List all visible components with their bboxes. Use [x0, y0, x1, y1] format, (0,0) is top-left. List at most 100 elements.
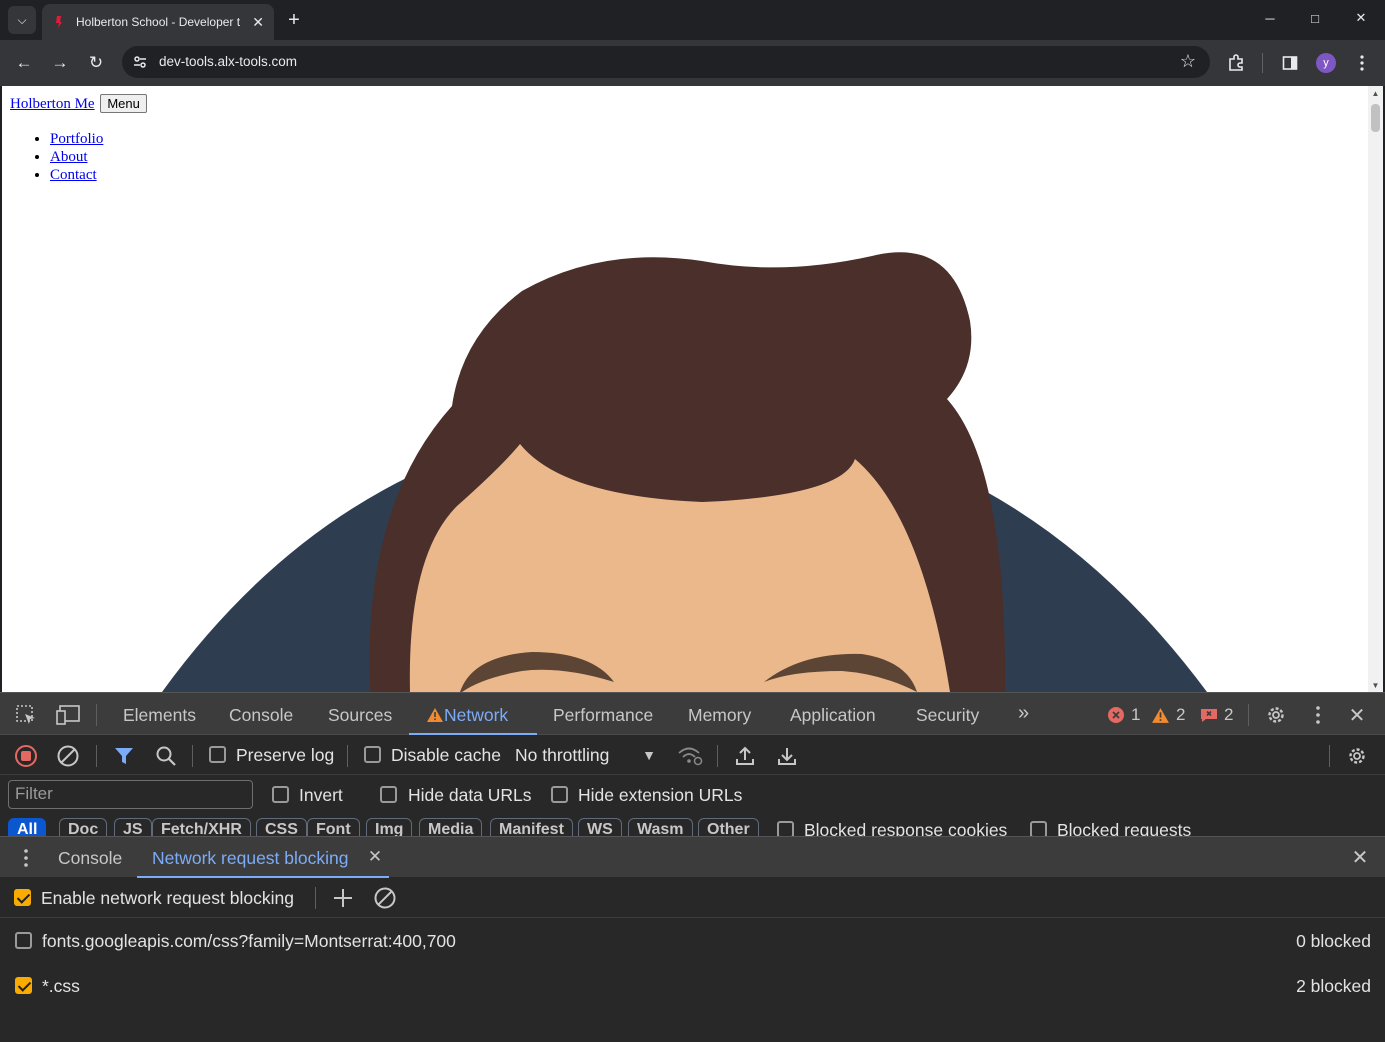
portfolio-link[interactable]: Portfolio — [50, 131, 103, 147]
drawer-tab-bar: Console Network request blocking ✕ ✕ — [0, 836, 1385, 878]
network-conditions-icon[interactable] — [676, 743, 704, 769]
tab-security[interactable]: Security — [916, 705, 979, 726]
pattern-blocked-count: 2 blocked — [1296, 976, 1371, 996]
type-filter-manifest[interactable]: Manifest — [490, 818, 573, 836]
drawer-tab-console[interactable]: Console — [58, 848, 122, 869]
preserve-log-checkbox[interactable] — [209, 746, 226, 763]
export-har-icon[interactable] — [774, 743, 800, 769]
pattern-checkbox[interactable] — [15, 932, 32, 949]
error-counter[interactable]: 1 — [1107, 705, 1140, 725]
type-filter-media[interactable]: Media — [419, 818, 483, 836]
type-filter-wasm[interactable]: Wasm — [628, 818, 693, 836]
scrollbar-thumb[interactable] — [1371, 104, 1380, 132]
warning-count: 2 — [1176, 705, 1186, 724]
more-tabs-icon[interactable]: » — [1018, 702, 1029, 725]
import-har-icon[interactable] — [732, 743, 758, 769]
settings-gear-icon[interactable] — [1262, 702, 1290, 728]
hide-data-urls-checkbox[interactable] — [380, 786, 397, 803]
reload-button[interactable]: ↻ — [82, 49, 110, 77]
forward-button[interactable]: → — [46, 49, 74, 77]
filter-input[interactable]: Filter — [8, 780, 253, 809]
type-filter-font[interactable]: Font — [307, 818, 360, 836]
blocking-pattern-row[interactable]: *.css 2 blocked — [0, 964, 1385, 1009]
network-settings-gear-icon[interactable] — [1343, 743, 1371, 769]
bookmark-star-icon[interactable]: ☆ — [1180, 51, 1196, 72]
drawer-menu-icon[interactable] — [16, 846, 36, 870]
scroll-up-arrow-icon[interactable]: ▲ — [1368, 86, 1383, 100]
address-bar[interactable]: dev-tools.alx-tools.com ☆ — [122, 46, 1210, 78]
page-viewport: Holberton Me Menu Portfolio About Contac… — [2, 86, 1383, 692]
close-drawer-icon[interactable]: ✕ — [1348, 845, 1372, 869]
browser-tab[interactable]: Holberton School - Developer t ✕ — [42, 4, 274, 40]
pattern-url: fonts.googleapis.com/css?family=Montserr… — [42, 931, 456, 951]
chevron-down-icon: ⌵ — [17, 12, 27, 27]
page-scrollbar[interactable]: ▲ ▼ — [1368, 86, 1383, 692]
blocking-pattern-row[interactable]: fonts.googleapis.com/css?family=Montserr… — [0, 919, 1385, 964]
page-header: Holberton Me Menu — [10, 94, 147, 113]
profile-avatar[interactable]: y — [1316, 53, 1336, 73]
scroll-down-arrow-icon[interactable]: ▼ — [1368, 678, 1383, 692]
search-icon[interactable] — [153, 743, 179, 769]
nav-list-item: Portfolio — [50, 130, 103, 148]
close-tab-icon[interactable]: ✕ — [252, 14, 264, 31]
drawer-tab-network-request-blocking[interactable]: Network request blocking — [152, 848, 348, 869]
contact-link[interactable]: Contact — [50, 167, 97, 183]
type-filter-css[interactable]: CSS — [256, 818, 307, 836]
menu-button[interactable]: Menu — [100, 94, 147, 113]
tab-network[interactable]: Network — [426, 705, 508, 728]
pattern-checkbox[interactable] — [15, 977, 32, 994]
tab-performance[interactable]: Performance — [553, 705, 653, 726]
disable-cache-checkbox[interactable] — [364, 746, 381, 763]
extensions-icon[interactable] — [1222, 49, 1250, 77]
tab-sources[interactable]: Sources — [328, 705, 392, 726]
dropdown-arrow-icon[interactable]: ▼ — [640, 745, 658, 765]
enable-blocking-checkbox[interactable] — [14, 889, 31, 906]
browser-menu-icon[interactable] — [1348, 49, 1376, 77]
invert-checkbox[interactable] — [272, 786, 289, 803]
hide-extension-urls-checkbox[interactable] — [551, 786, 568, 803]
tab-application[interactable]: Application — [790, 705, 876, 726]
tab-memory[interactable]: Memory — [688, 705, 751, 726]
maximize-button[interactable]: □ — [1292, 0, 1338, 36]
back-button[interactable]: ← — [10, 49, 38, 77]
close-window-button[interactable]: ✕ — [1338, 0, 1384, 36]
issues-counter[interactable]: 2 — [1200, 705, 1233, 725]
device-toolbar-icon[interactable] — [54, 702, 82, 728]
type-filter-ws[interactable]: WS — [578, 818, 622, 836]
issues-icon — [1201, 709, 1217, 722]
preserve-log-label: Preserve log — [236, 745, 335, 765]
side-panel-icon[interactable] — [1276, 49, 1304, 77]
blocked-requests-checkbox[interactable] — [1030, 821, 1047, 836]
issues-count: 2 — [1224, 705, 1234, 724]
type-filter-js[interactable]: JS — [114, 818, 152, 836]
throttling-select[interactable]: No throttling — [515, 745, 609, 766]
toolbar-divider — [1262, 53, 1263, 73]
site-info-icon[interactable] — [132, 54, 148, 70]
inspect-element-icon[interactable] — [12, 702, 40, 728]
minimize-button[interactable]: ─ — [1247, 0, 1293, 36]
tab-divider — [96, 704, 97, 726]
remove-all-patterns-icon[interactable] — [372, 885, 398, 911]
close-drawer-tab-icon[interactable]: ✕ — [366, 846, 384, 868]
blocked-response-cookies-checkbox[interactable] — [777, 821, 794, 836]
tab-console[interactable]: Console — [229, 705, 293, 726]
clear-icon[interactable] — [55, 743, 81, 769]
about-link[interactable]: About — [50, 149, 88, 165]
type-filter-all[interactable]: All — [8, 818, 47, 836]
add-pattern-icon[interactable] — [330, 885, 356, 911]
stop-recording-icon[interactable] — [13, 743, 39, 769]
tab-search-button[interactable]: ⌵ — [8, 6, 36, 34]
disable-cache-label: Disable cache — [391, 745, 501, 765]
type-filter-other[interactable]: Other — [698, 818, 759, 836]
type-filter-fetch-xhr[interactable]: Fetch/XHR — [152, 818, 251, 836]
customize-menu-icon[interactable] — [1306, 702, 1330, 728]
new-tab-button[interactable]: + — [282, 8, 306, 32]
tab-elements[interactable]: Elements — [123, 705, 196, 726]
filter-funnel-icon[interactable] — [111, 743, 137, 769]
type-filter-img[interactable]: Img — [366, 818, 413, 836]
nav-list-item: Contact — [50, 166, 103, 184]
brand-link[interactable]: Holberton Me — [10, 96, 95, 112]
close-devtools-icon[interactable]: ✕ — [1344, 702, 1370, 728]
warning-counter[interactable]: 2 — [1151, 705, 1185, 725]
type-filter-doc[interactable]: Doc — [59, 818, 108, 836]
